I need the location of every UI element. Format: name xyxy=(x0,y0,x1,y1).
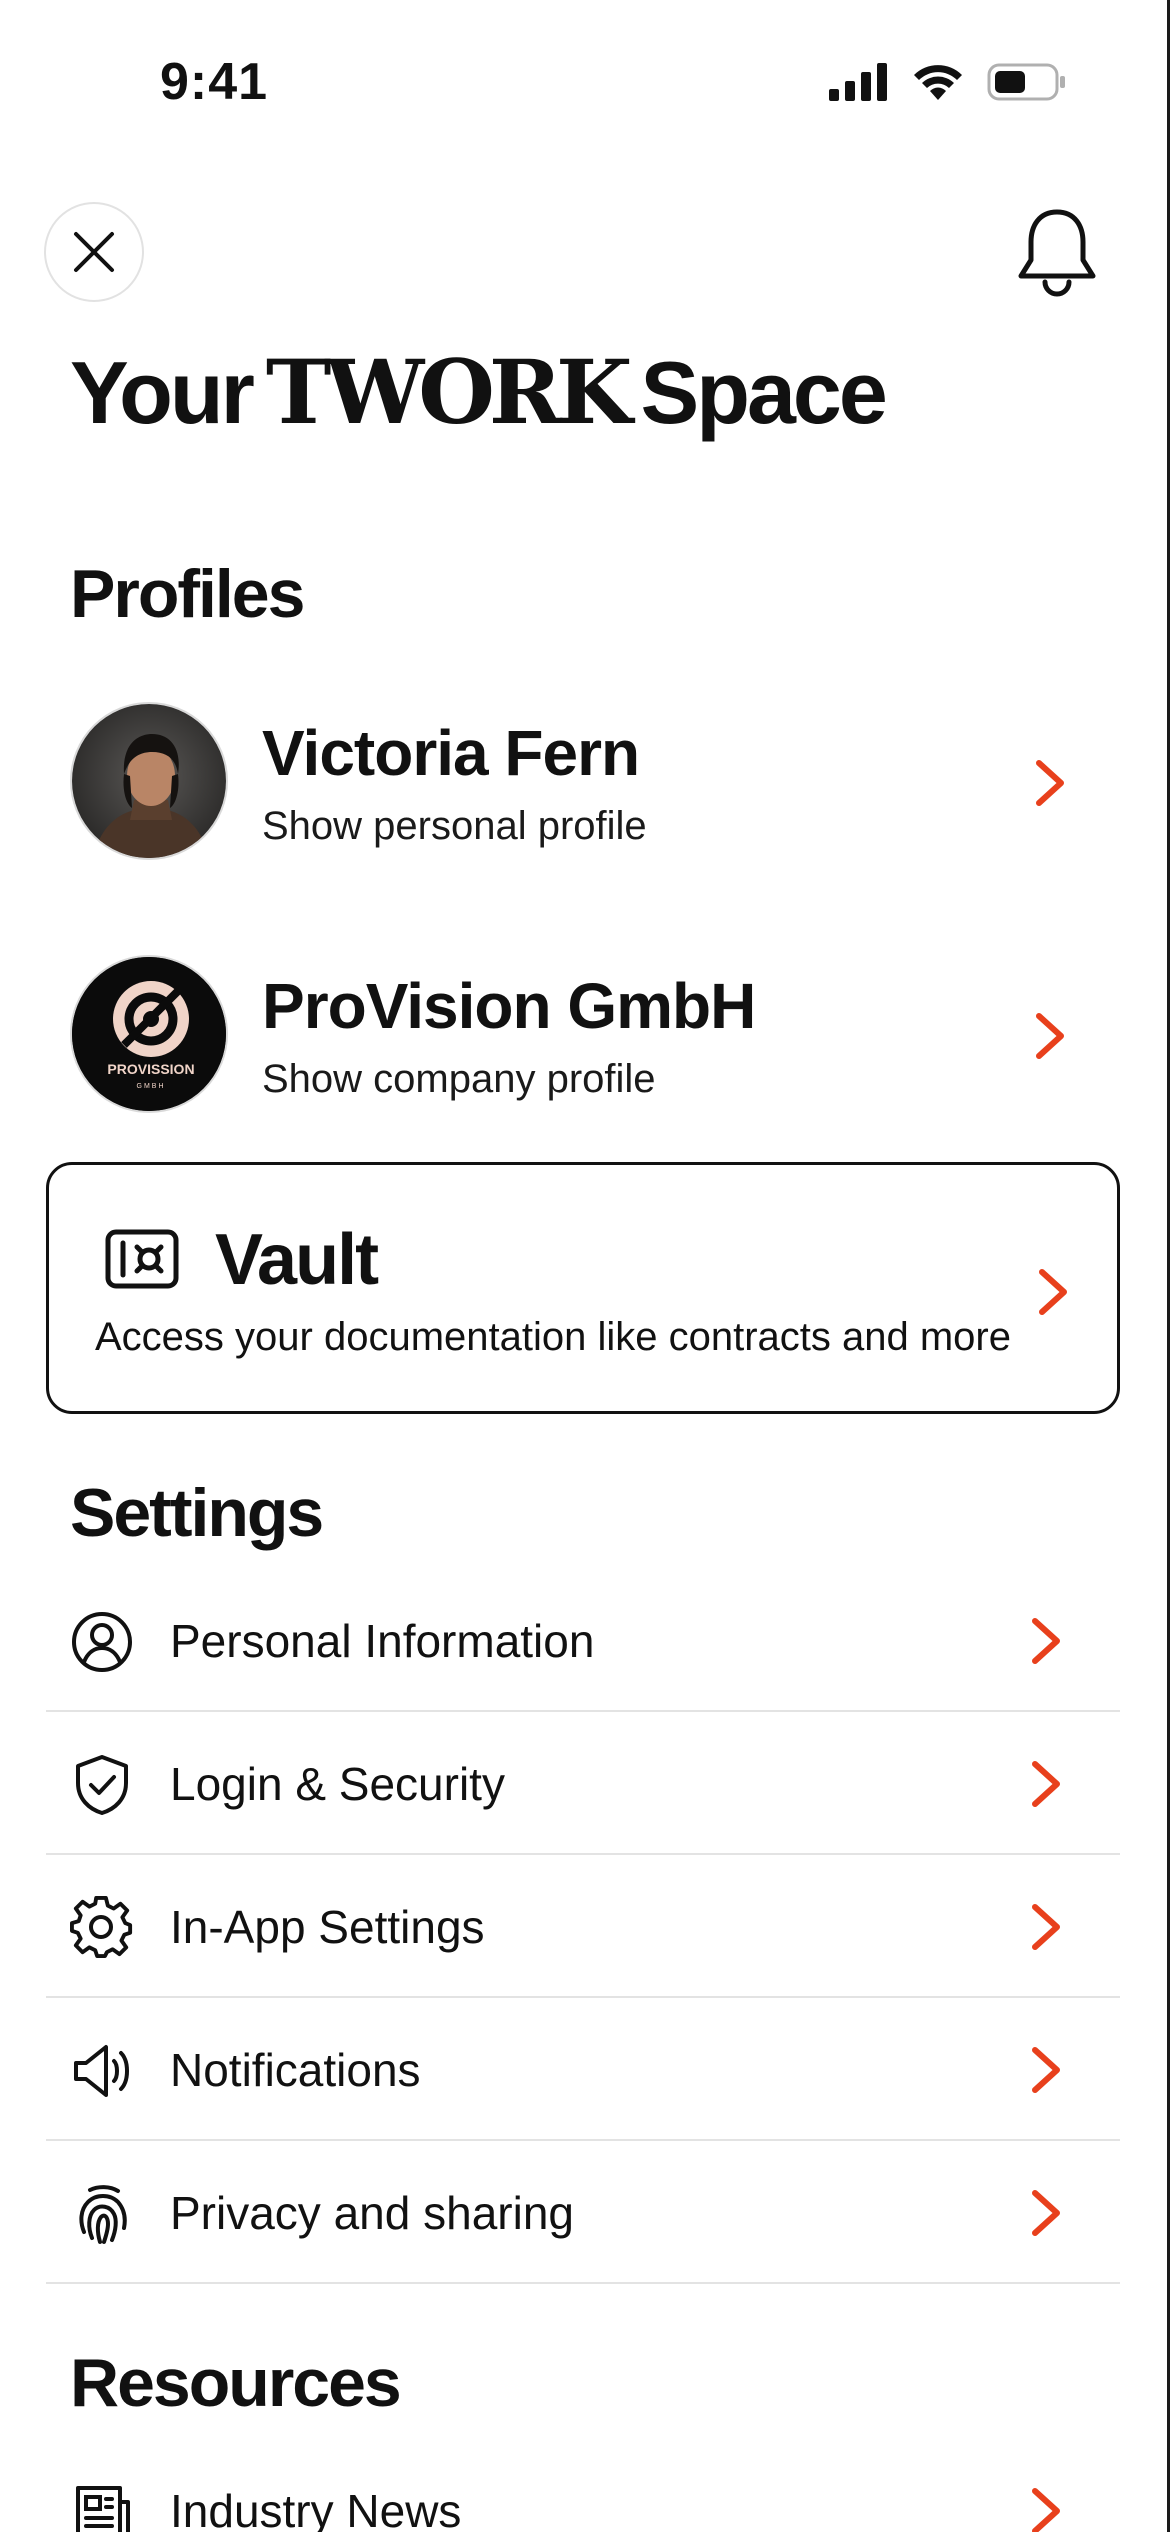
screen: 9:41 Your TWORK Space Profiles Victoria … xyxy=(0,0,1170,2532)
page-title: Your TWORK Space xyxy=(70,340,888,444)
profile-name: Victoria Fern xyxy=(262,717,640,789)
vault-title: Vault xyxy=(215,1220,379,1300)
newspaper-icon xyxy=(76,2486,130,2532)
company-logo-subtext: GMBH xyxy=(137,1083,166,1090)
vault-subtitle: Access your documentation like contracts… xyxy=(95,1315,1011,1359)
shield-check-icon xyxy=(76,1755,128,1815)
settings-item-label: Login & Security xyxy=(170,1758,505,1810)
company-logo-text: PROVISSION xyxy=(107,1061,194,1077)
gear-icon xyxy=(70,1896,133,1959)
bell-icon xyxy=(1018,209,1096,297)
profiles-section-title: Profiles xyxy=(70,556,305,632)
settings-item-label: Notifications xyxy=(170,2044,421,2096)
company-profile-row[interactable]: PROVISSION GMBH ProVision GmbH Show comp… xyxy=(70,955,1110,1115)
chevron-right-icon xyxy=(1032,1618,1060,1664)
chevron-right-icon xyxy=(1032,2190,1060,2236)
settings-item-label: Privacy and sharing xyxy=(170,2187,574,2239)
chevron-right-icon xyxy=(1032,1904,1060,1950)
notifications-bell-button[interactable] xyxy=(1007,202,1107,302)
brand-wordmark: TWORK xyxy=(265,340,633,444)
profile-subtitle: Show company profile xyxy=(262,1057,656,1101)
chevron-right-icon xyxy=(1036,1013,1064,1059)
close-button[interactable] xyxy=(44,202,144,302)
personal-profile-row[interactable]: Victoria Fern Show personal profile xyxy=(70,702,1110,862)
resources-item-label: Industry News xyxy=(170,2485,462,2532)
settings-item-label: In-App Settings xyxy=(170,1901,485,1953)
fingerprint-icon xyxy=(79,2185,127,2244)
status-time: 9:41 xyxy=(160,53,269,111)
settings-item-in-app-settings[interactable]: In-App Settings xyxy=(46,1856,1120,1998)
settings-item-label: Personal Information xyxy=(170,1615,595,1667)
chevron-right-icon xyxy=(1032,1761,1060,1807)
settings-item-notifications[interactable]: Notifications xyxy=(46,1999,1120,2141)
vault-card[interactable]: Vault Access your documentation like con… xyxy=(46,1162,1120,1414)
battery-icon xyxy=(987,63,1065,101)
settings-item-privacy-sharing[interactable]: Privacy and sharing xyxy=(46,2142,1120,2284)
profile-subtitle: Show personal profile xyxy=(262,804,647,848)
chevron-right-icon xyxy=(1032,2488,1060,2532)
chevron-right-icon xyxy=(1036,760,1064,806)
cellular-signal-icon xyxy=(829,63,887,101)
settings-section-title: Settings xyxy=(70,1475,324,1551)
status-icons xyxy=(829,62,1067,102)
settings-item-personal-information[interactable]: Personal Information xyxy=(46,1570,1120,1712)
user-circle-icon xyxy=(72,1612,132,1672)
wifi-icon xyxy=(914,65,962,100)
resources-section-title: Resources xyxy=(70,2345,402,2421)
avatar xyxy=(70,702,228,860)
vault-icon xyxy=(105,1229,179,1289)
title-prefix: Your xyxy=(70,343,255,442)
profile-name: ProVision GmbH xyxy=(262,970,756,1042)
chevron-right-icon xyxy=(1039,1269,1067,1315)
speaker-icon xyxy=(74,2045,129,2097)
settings-item-login-security[interactable]: Login & Security xyxy=(46,1713,1120,1855)
resources-item-industry-news[interactable]: Industry News xyxy=(46,2440,1120,2532)
company-logo: PROVISSION GMBH xyxy=(70,955,228,1113)
title-suffix: Space xyxy=(640,343,888,442)
close-icon xyxy=(74,232,114,272)
chevron-right-icon xyxy=(1032,2047,1060,2093)
